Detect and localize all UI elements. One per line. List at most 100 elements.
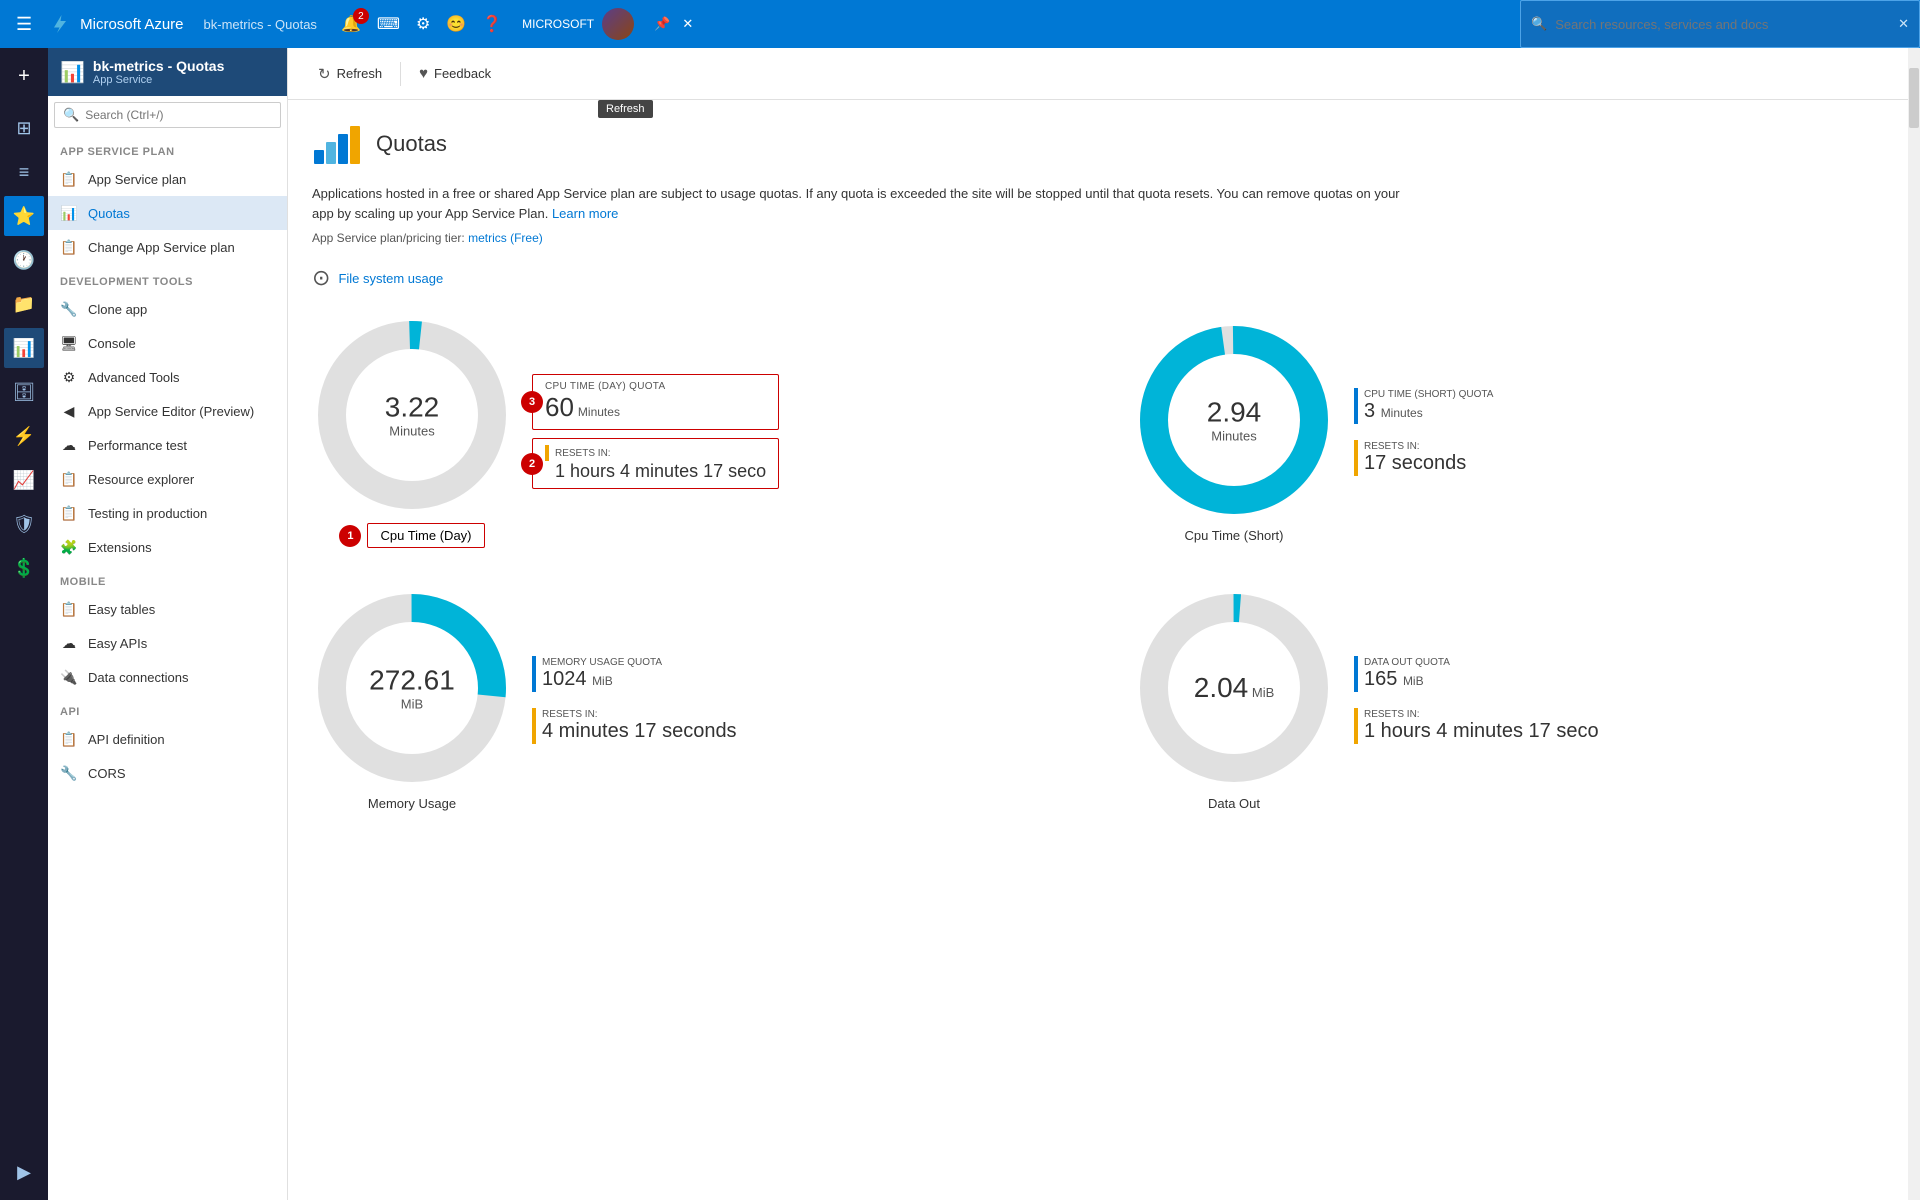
clone-app-icon: 🔧 [60,300,78,318]
nav-item-api-definition[interactable]: 📋 API definition [48,722,287,756]
resource-panel-actions: 🔍 [48,96,287,134]
top-nav: ☰ Microsoft Azure bk-metrics - Quotas 🔍 … [0,0,1920,48]
settings-icon[interactable]: ⚙ [416,14,430,34]
nav-section-app-service-plan: APP SERVICE PLAN 📋 App Service plan 📊 Qu… [48,134,287,264]
resets-value-data-out: 1 hours 4 minutes 17 seco [1364,720,1599,743]
resource-search[interactable]: 🔍 [54,102,281,128]
resets-label-cpu-day: RESETS IN: [555,448,611,459]
nav-item-clone-app[interactable]: 🔧 Clone app [48,292,287,326]
nav-item-resource-explorer[interactable]: 📋 Resource explorer [48,462,287,496]
nav-item-label-app-service-editor: App Service Editor (Preview) [88,404,254,419]
nav-item-data-connections[interactable]: 🔌 Data connections [48,660,287,694]
user-profile[interactable]: MICROSOFT [522,8,634,40]
resets-bar-cpu-day [545,445,549,461]
main-content: ↻ Refresh ♥ Feedback Refresh Quotas Appl… [288,48,1920,1200]
close-icon[interactable]: ✕ [682,16,693,32]
help-icon[interactable]: ❓ [482,14,502,34]
tooltip-refresh: Refresh [598,100,653,118]
section-label-dev-tools: DEVELOPMENT TOOLS [48,264,287,292]
terminal-icon[interactable]: ⌨ [377,14,400,34]
notifications-icon[interactable]: ⚡ [4,416,44,456]
resets-bar-cpu-short [1354,440,1358,476]
resets-bar-memory [532,708,536,744]
right-scrollbar[interactable] [1908,48,1920,1200]
page-header-icon [312,120,360,168]
search-clear-icon[interactable]: ✕ [1898,16,1909,32]
cors-icon: 🔧 [60,764,78,782]
security-icon[interactable]: 🛡 [4,504,44,544]
quota-info-cpu-short: CPU TIME (SHORT) QUOTA 3 Minutes [1364,389,1493,423]
nav-section-api: API 📋 API definition 🔧 CORS [48,694,287,790]
cpu-day-label: Cpu Time (Day) [380,528,471,543]
refresh-button[interactable]: ↻ Refresh [304,59,396,89]
top-nav-icons: 🔔 2 ⌨ ⚙ 😊 ❓ [341,14,502,34]
api-definition-icon: 📋 [60,730,78,748]
sidebar-search-input[interactable] [85,108,272,122]
resets-row-memory: RESETS IN: 4 minutes 17 seconds [532,708,737,744]
donut-svg-cpu-day [312,315,512,515]
user-name: MICROSOFT [522,17,594,31]
plan-link[interactable]: metrics (Free) [468,231,543,245]
nav-item-advanced-tools[interactable]: ⚙ Advanced Tools [48,360,287,394]
extensions-icon: 🧩 [60,538,78,556]
quota-value-cpu-short: 3 Minutes [1364,400,1493,423]
scrollbar-thumb[interactable] [1909,68,1919,128]
smiley-icon[interactable]: 😊 [446,14,466,34]
quota-row-memory: MEMORY USAGE QUOTA 1024 MiB [532,656,737,692]
sql-icon[interactable]: 🗄 [4,372,44,412]
app-services-icon[interactable]: 📊 [4,328,44,368]
testing-production-icon: 📋 [60,504,78,522]
new-resource-button[interactable]: + [4,56,44,96]
nav-item-extensions[interactable]: 🧩 Extensions [48,530,287,564]
global-search[interactable]: 🔍 ✕ [1520,0,1920,48]
search-input[interactable] [1555,17,1890,32]
nav-item-easy-tables[interactable]: 📋 Easy tables [48,592,287,626]
nav-item-app-service-plan[interactable]: 📋 App Service plan [48,162,287,196]
recent-icon[interactable]: 🕐 [4,240,44,280]
nav-item-label-api-definition: API definition [88,732,165,747]
nav-item-performance-test[interactable]: ☁ Performance test [48,428,287,462]
file-system-label: File system usage [338,271,443,286]
azure-logo-icon [48,12,72,36]
cost-icon[interactable]: 💲 [4,548,44,588]
nav-item-label-easy-tables: Easy tables [88,602,155,617]
dashboard-icon[interactable]: ⊞ [4,108,44,148]
page-description: Applications hosted in a free or shared … [312,184,1412,223]
nav-item-change-plan[interactable]: 📋 Change App Service plan [48,230,287,264]
feedback-button[interactable]: ♥ Feedback [405,59,505,88]
quota-value-row-cpu-day: 60 Minutes [545,392,766,423]
expand-sidebar-icon[interactable]: ▶ [4,1152,44,1192]
file-system-usage[interactable]: ⊙ File system usage [312,265,1896,291]
resets-label-cpu-short: RESETS IN: [1364,441,1466,452]
badge-1: 1 [339,525,361,547]
nav-section-mobile: MOBILE 📋 Easy tables ☁ Easy APIs 🔌 Data … [48,564,287,694]
resource-groups-icon[interactable]: 📁 [4,284,44,324]
resets-value-memory: 4 minutes 17 seconds [542,720,737,743]
avatar [602,8,634,40]
section-label-app-service-plan: APP SERVICE PLAN [48,134,287,162]
favorites-icon[interactable]: ⭐ [4,196,44,236]
nav-item-label-performance-test: Performance test [88,438,187,453]
resets-value-cpu-day: 1 hours 4 minutes 17 seco [555,461,766,482]
cloud-shell-icon[interactable]: 🔔 2 [341,14,361,34]
chart-data-out: 2.04 MiB Data Out DATA OUT QUOTA 165 [1134,588,1896,811]
nav-item-app-service-editor[interactable]: ◀ App Service Editor (Preview) [48,394,287,428]
nav-item-easy-apis[interactable]: ☁ Easy APIs [48,626,287,660]
quota-label-data-out: DATA OUT QUOTA [1364,657,1450,668]
pin-icon[interactable]: 📌 [654,16,670,32]
hamburger-menu[interactable]: ☰ [12,10,36,39]
all-services-icon[interactable]: ≡ [4,152,44,192]
nav-item-console[interactable]: 🖥 Console [48,326,287,360]
nav-item-testing-production[interactable]: 📋 Testing in production [48,496,287,530]
quota-row-data-out: DATA OUT QUOTA 165 MiB [1354,656,1599,692]
nav-item-label-resource-explorer: Resource explorer [88,472,194,487]
quota-bar-memory [532,656,536,692]
notification-badge: 2 [353,8,369,24]
learn-more-link[interactable]: Learn more [552,206,618,221]
nav-item-quotas[interactable]: 📊 Quotas [48,196,287,230]
donut-svg-memory [312,588,512,788]
monitor-icon[interactable]: 📈 [4,460,44,500]
nav-item-cors[interactable]: 🔧 CORS [48,756,287,790]
nav-section-dev-tools: DEVELOPMENT TOOLS 🔧 Clone app 🖥 Console … [48,264,287,564]
chart-cpu-short: 2.94 Minutes Cpu Time (Short) CPU TIME (… [1134,315,1896,548]
